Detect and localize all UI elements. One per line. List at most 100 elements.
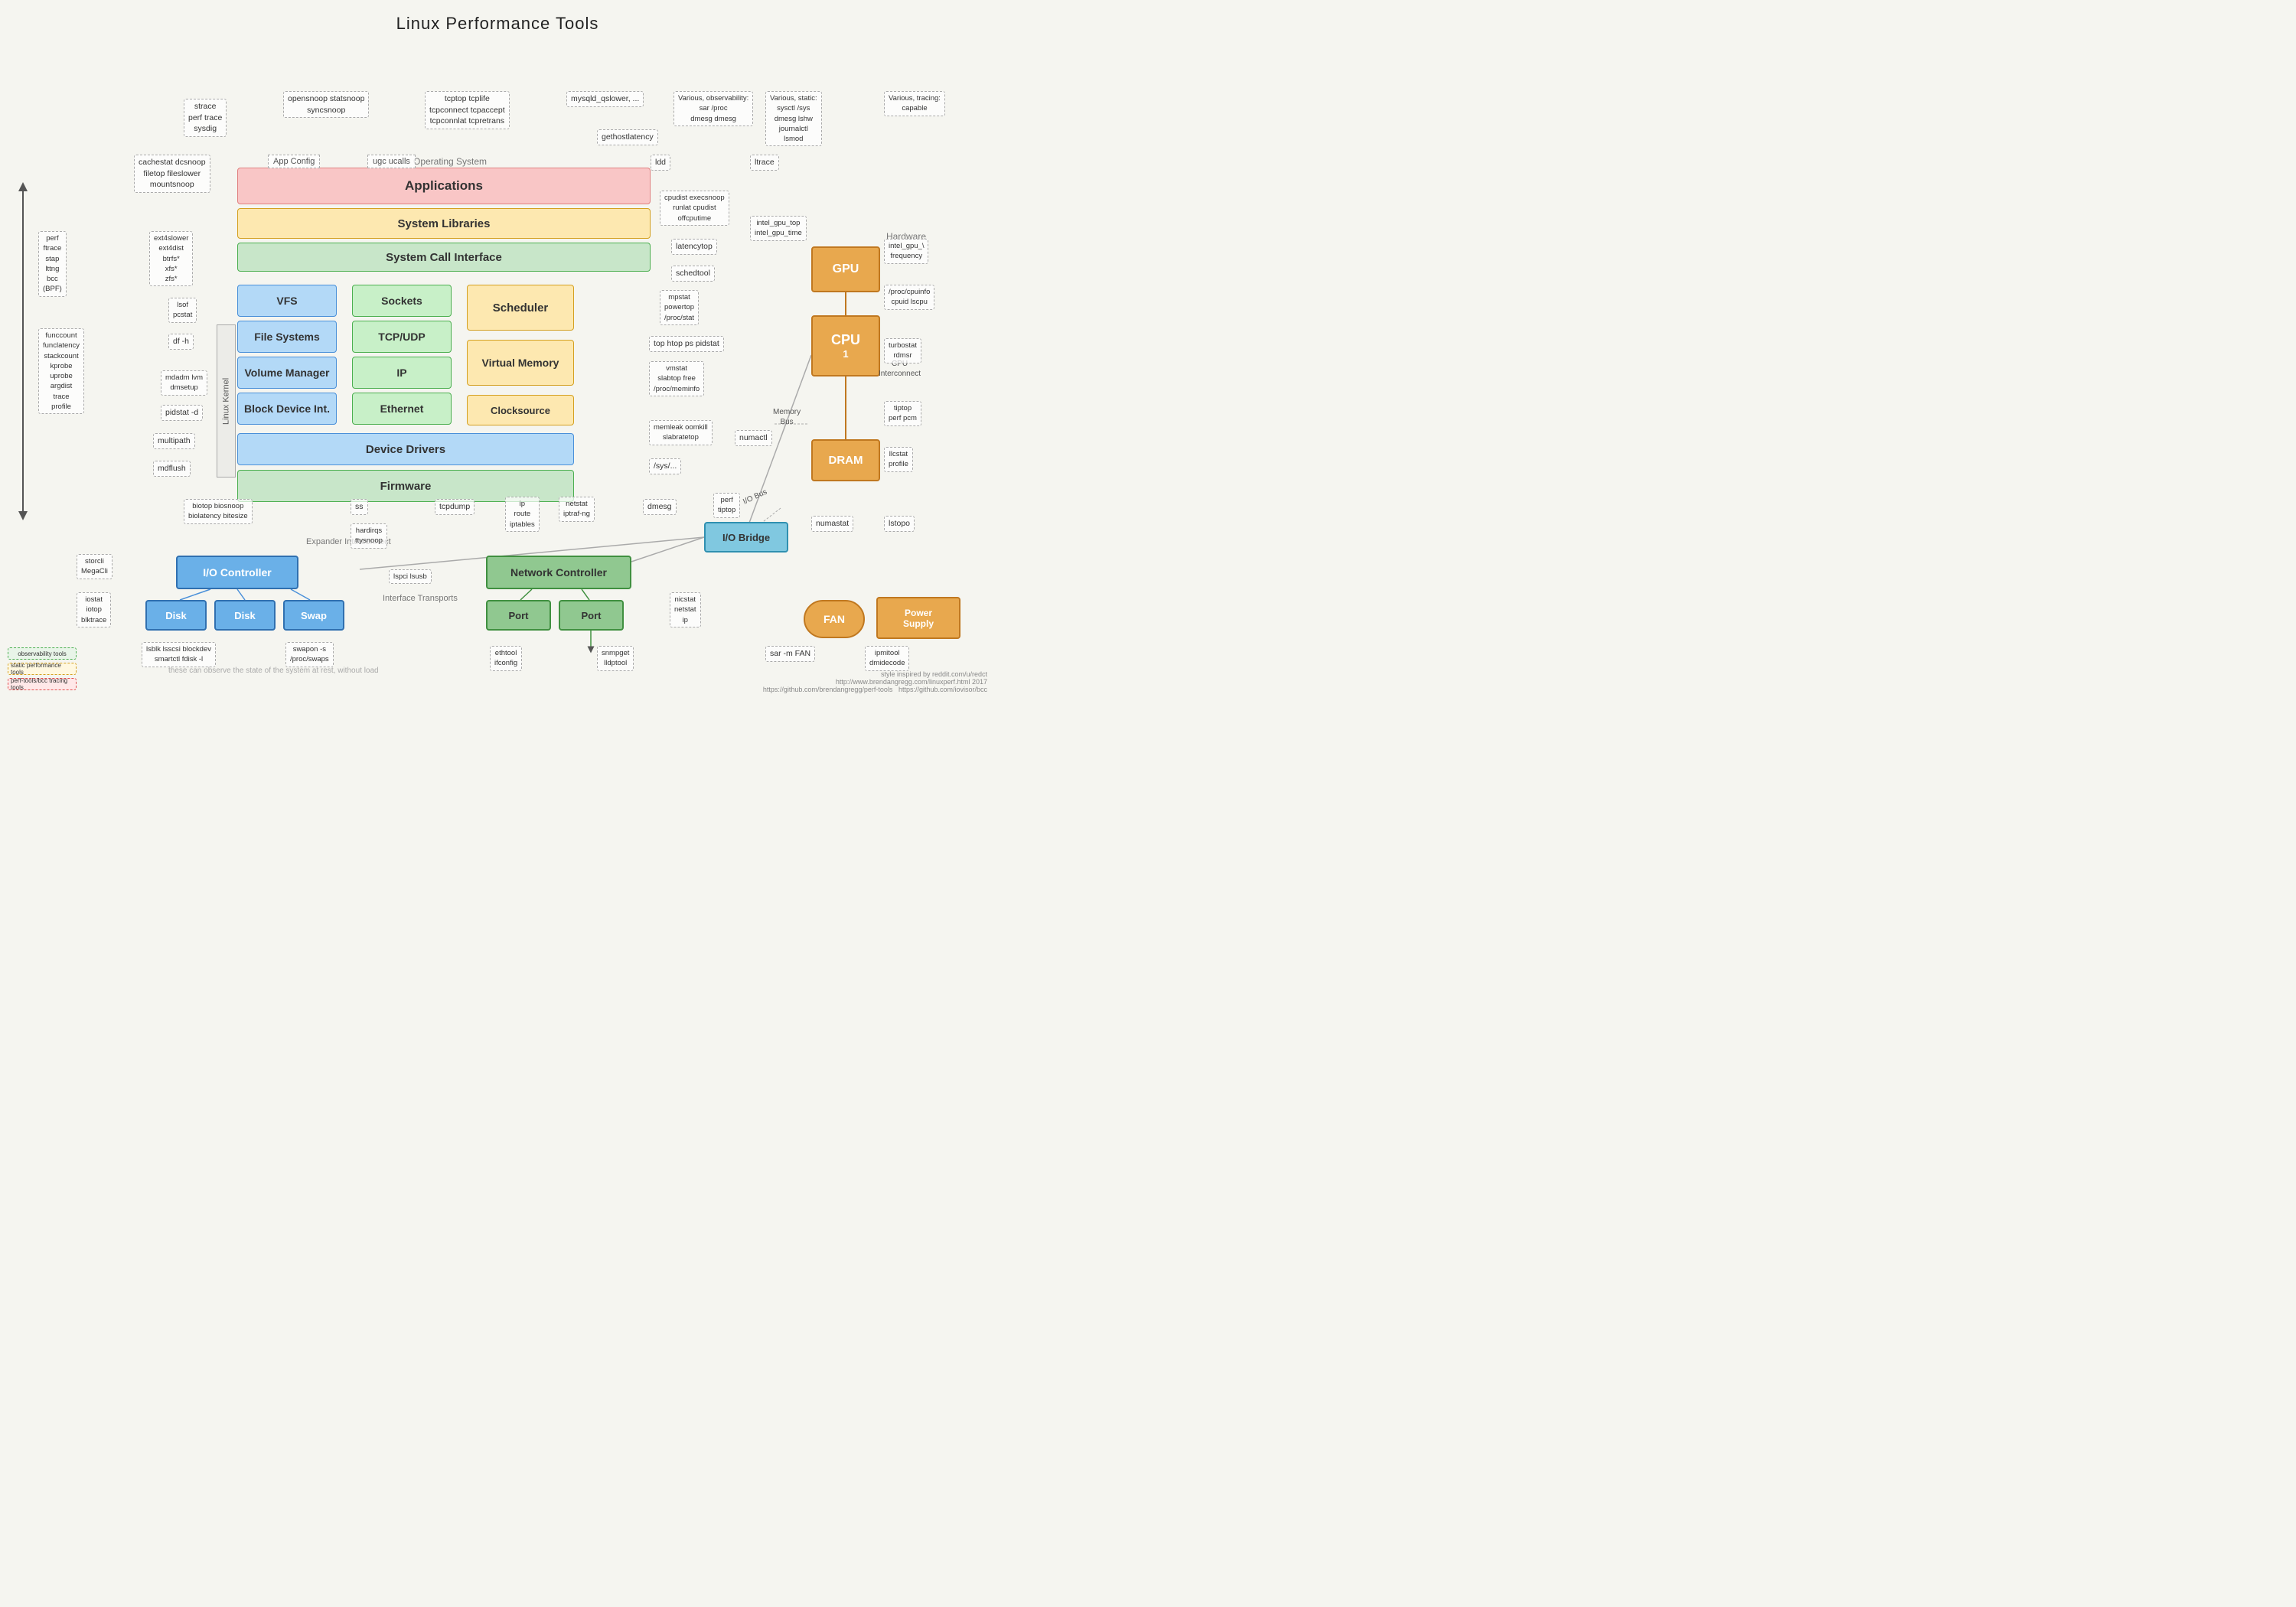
schedtool-tools: schedtool (671, 266, 715, 282)
legend-static-box: static performance tools (8, 663, 77, 675)
footer-link1: https://github.com/brendangregg/perf-too… (763, 686, 987, 693)
snmpget-tools: snmpget lldptool (597, 646, 634, 671)
storcli-tools: storcli MegaCli (77, 554, 113, 579)
various-tracing-tools: Various, tracing: capable (884, 91, 945, 116)
port1-box: Port (486, 600, 551, 631)
lsblk-tools: lsblk lsscsi blockdev smartctl fdisk -l (142, 642, 216, 667)
tiptop-tools: tiptop perf pcm (884, 401, 921, 426)
perf-tiptop-tools: perf tiptop (713, 493, 740, 518)
port2-box: Port (559, 600, 624, 631)
swap-box: Swap (283, 600, 344, 631)
ip-layer: IP (352, 357, 452, 389)
opensnoop-tools: opensnoop statsnoop syncsnoop (283, 91, 369, 118)
memory-bus-label: Memory Bus (773, 407, 801, 427)
top-htop-tools: top htop ps pidstat (649, 336, 724, 352)
legend-perf-box: perf-tools/bcc tracing tools (8, 678, 77, 690)
mdadm-tools: mdadm lvm dmsetup (161, 370, 207, 396)
ip-route-tools: ip route iptables (505, 497, 540, 532)
intel-gpu-freq-tools: intel_gpu_\ frequency (884, 239, 928, 264)
legend-static: static performance tools (8, 663, 77, 675)
virtual-memory-layer: Virtual Memory (467, 340, 574, 386)
strace-tools: strace perf trace sysdig (184, 99, 227, 137)
intel-gpu-top-tools: intel_gpu_top intel_gpu_time (750, 216, 807, 241)
netstat-tools: netstat iptraf-ng (559, 497, 595, 522)
diagram-container: Applications System Libraries System Cal… (0, 41, 995, 699)
tcpdump-tools: tcpdump (435, 499, 475, 515)
memleak-tools: memleak oomkill slabratetop (649, 420, 713, 445)
volume-manager-layer: Volume Manager (237, 357, 337, 389)
sys-tools: /sys/... (649, 458, 681, 474)
disk2-box: Disk (214, 600, 276, 631)
llcstat-tools: llcstat profile (884, 447, 913, 472)
power-supply-box: Power Supply (876, 597, 960, 639)
numactl-tools: numactl (735, 430, 772, 446)
ethernet-layer: Ethernet (352, 393, 452, 425)
numastat-tools: numastat (811, 516, 853, 532)
device-drivers-layer: Device Drivers (237, 433, 574, 465)
multipath-tools: multipath (153, 433, 195, 449)
tcptop-tools: tcptop tcplife tcpconnect tcpaccept tcpc… (425, 91, 510, 129)
io-bridge-box: I/O Bridge (704, 522, 788, 553)
proc-cpuinfo-tools: /proc/cpuinfo cpuid lscpu (884, 285, 934, 310)
mdflush-tools: mdflush (153, 461, 191, 477)
ipmitool-tools: ipmitool dmidecode (865, 646, 909, 671)
cachestat-tools: cachestat dcsnoop filetop fileslower mou… (134, 155, 210, 193)
dram-box: DRAM (811, 439, 880, 481)
legend-obs-box: observability tools (8, 647, 77, 660)
various-obs-tools: Various, observability: sar /proc dmesg … (673, 91, 753, 126)
vfs-layer: VFS (237, 285, 337, 317)
lstopo-tools: lstopo (884, 516, 915, 532)
pidstat-tools: pidstat -d (161, 405, 203, 421)
ltrace-tools: ltrace (750, 155, 779, 171)
io-bus-label: I/O Bus (742, 487, 768, 506)
scheduler-layer: Scheduler (467, 285, 574, 331)
ldd-tools: ldd (651, 155, 670, 171)
linux-kernel-label: Linux Kernel (217, 324, 236, 478)
cpu-box: CPU 1 (811, 315, 880, 376)
biotop-tools: biotop biosnoop biolatency bitesize (184, 499, 253, 524)
lspci-tools: lspci lsusb (389, 569, 432, 584)
latencytop-tools: latencytop (671, 239, 717, 255)
legend-perf-tracing: perf-tools/bcc tracing tools (8, 678, 77, 690)
appconfig-label: App Config (268, 155, 320, 168)
turbostat-tools: turbostat rdmsr (884, 338, 921, 363)
legend-observability: observability tools (8, 647, 77, 660)
tcpudp-layer: TCP/UDP (352, 321, 452, 353)
lsof-tools: lsof pcstat (168, 298, 197, 323)
footer-url: http://www.brendangregg.com/linuxperf.ht… (763, 678, 987, 686)
ext4-tools: ext4slower ext4dist btrfs* xfs* zfs* (149, 231, 193, 286)
gpu-box: GPU (811, 246, 880, 292)
legend: observability tools static performance t… (8, 647, 77, 690)
page-title: Linux Performance Tools (0, 0, 995, 41)
fan-box: FAN (804, 600, 865, 638)
mpstat-tools: mpstat powertop /proc/stat (660, 290, 699, 325)
ss-tools: ss (351, 499, 368, 515)
disk1-box: Disk (145, 600, 207, 631)
sockets-layer: Sockets (352, 285, 452, 317)
ethtool-tools: ethtool ifconfig (490, 646, 522, 671)
os-boundary-label: Operating System (413, 156, 487, 167)
io-controller-box: I/O Controller (176, 556, 298, 589)
syscall-layer: System Call Interface (237, 243, 651, 272)
static-description: these can observe the state of the syste… (168, 667, 379, 675)
block-device-layer: Block Device Int. (237, 393, 337, 425)
df-tools: df -h (168, 334, 194, 350)
swapon-tools: swapon -s /proc/swaps (285, 642, 334, 667)
footer-style: style inspired by reddit.com/u/redct (763, 670, 987, 678)
ugc-label: ugc ucalls (367, 155, 416, 168)
nicstat-tools: nicstat netstat ip (670, 592, 701, 627)
footer-links: style inspired by reddit.com/u/redct htt… (763, 670, 987, 693)
interface-transports-label: Interface Transports (383, 594, 458, 603)
network-controller-box: Network Controller (486, 556, 631, 589)
funccount-tools: funccount funclatency stackcount kprobe … (38, 328, 84, 414)
dmesg-tools: dmesg (643, 499, 677, 515)
iostat-tools: iostat iotop blktrace (77, 592, 111, 627)
various-static-tools: Various, static: sysctl /sys dmesg lshw … (765, 91, 822, 146)
system-libraries-layer: System Libraries (237, 208, 651, 239)
sar-fan-tools: sar -m FAN (765, 646, 815, 662)
vmstat-tools: vmstat slabtop free /proc/meminfo (649, 361, 704, 396)
perf-ftrace-tools: perf ftrace stap lttng bcc (BPF) (38, 231, 67, 297)
hardirqs-tools: hardirqs ttysnoop (351, 523, 387, 549)
gethostlatency-tools: gethostlatency (597, 129, 658, 145)
filesystems-layer: File Systems (237, 321, 337, 353)
